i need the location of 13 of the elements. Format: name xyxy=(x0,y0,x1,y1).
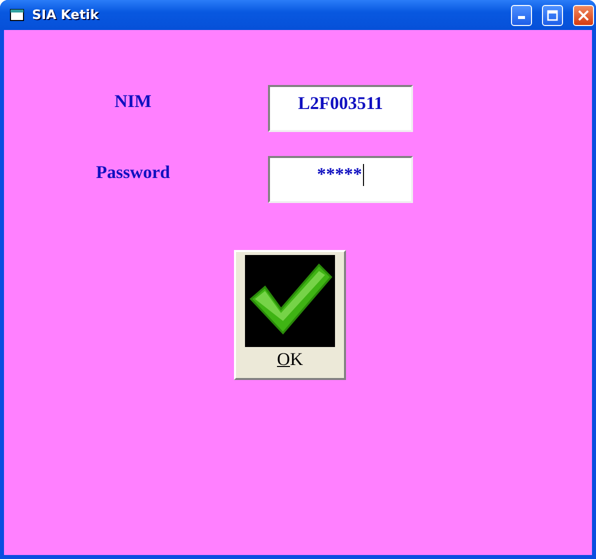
maximize-icon xyxy=(547,10,558,20)
maximize-button[interactable] xyxy=(542,4,563,26)
window-title: SIA Ketik xyxy=(32,8,100,22)
field-label: Password xyxy=(94,161,171,183)
input-field[interactable]: ***** xyxy=(268,156,413,203)
ok-button[interactable]: OK xyxy=(234,250,346,380)
app-icon xyxy=(10,9,24,21)
close-icon xyxy=(578,10,589,20)
field-label: NIM xyxy=(114,90,152,112)
checkmark-icon xyxy=(245,255,335,347)
minimize-button[interactable] xyxy=(511,4,532,26)
input-field[interactable]: L2F003511 xyxy=(268,85,413,132)
close-button[interactable] xyxy=(573,4,594,26)
